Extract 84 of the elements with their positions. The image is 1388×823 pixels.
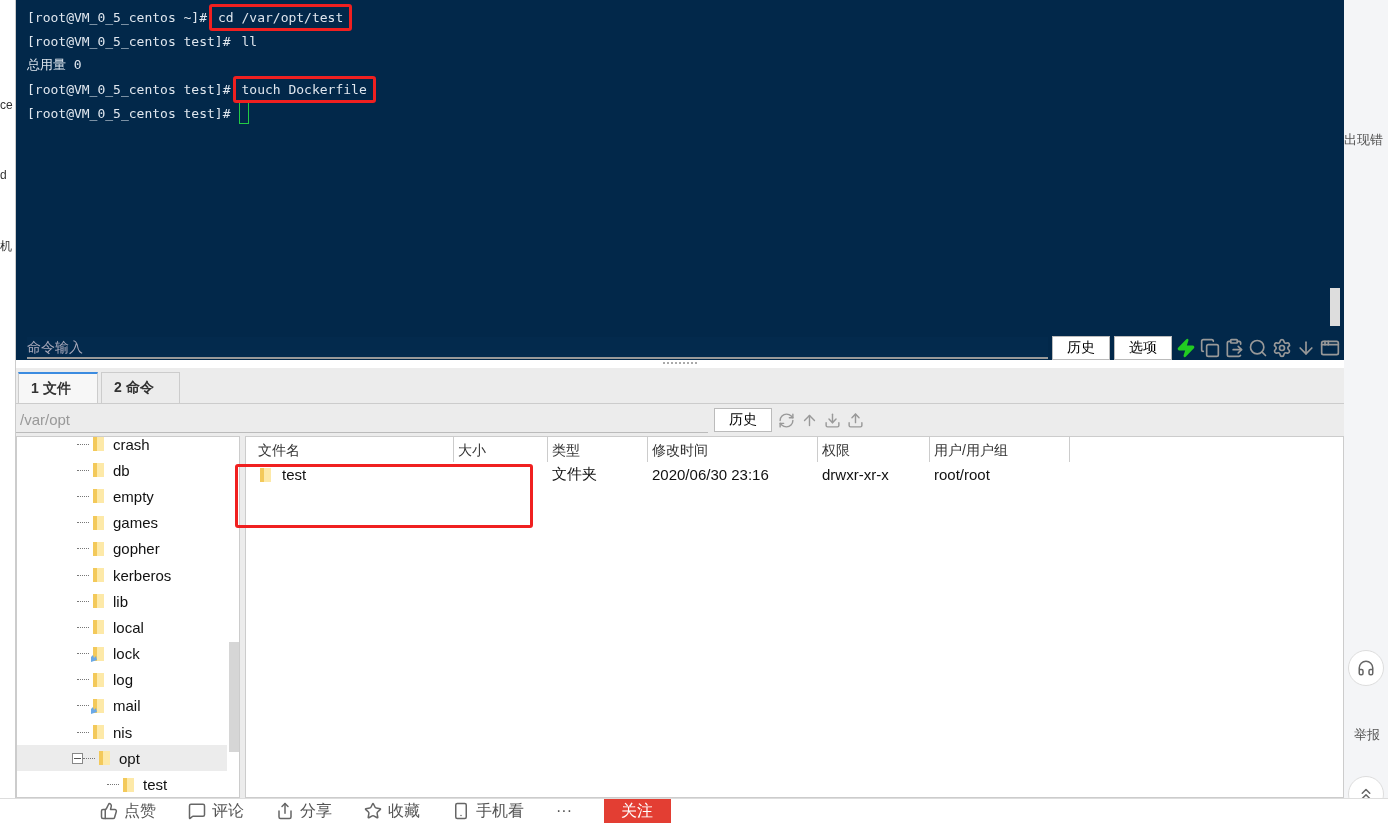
folder-icon xyxy=(121,776,135,793)
file-name: test xyxy=(282,466,307,483)
folder-icon xyxy=(91,593,105,610)
share-icon[interactable] xyxy=(276,802,294,820)
page-text: 出现错 xyxy=(1344,131,1383,149)
terminal-command: cd /var/opt/test xyxy=(209,3,353,31)
star-icon[interactable] xyxy=(364,802,382,820)
terminal-command: ll xyxy=(240,32,259,51)
folder-icon xyxy=(91,724,105,741)
terminal-output: 总用量 0 xyxy=(27,56,82,74)
column-header[interactable]: 用户/用户组 xyxy=(930,437,1070,462)
terminal-prompt: [root@VM_0_5_centos test]# xyxy=(27,81,231,97)
terminal-prompt: [root@VM_0_5_centos test]# xyxy=(27,105,231,121)
tree-item[interactable]: test xyxy=(17,771,227,797)
page-text: 机 xyxy=(0,238,13,255)
tree-item[interactable]: games xyxy=(17,509,227,536)
tree-item[interactable]: opt xyxy=(17,745,227,772)
text-cursor xyxy=(238,102,249,124)
tree-item[interactable]: lock xyxy=(17,640,227,667)
column-header[interactable]: 文件名 xyxy=(254,437,454,462)
settings-icon[interactable] xyxy=(1272,337,1292,358)
folder-icon xyxy=(91,567,105,584)
action-label[interactable]: 评论 xyxy=(212,800,244,822)
action-label[interactable]: ··· xyxy=(556,802,572,820)
folder-icon xyxy=(91,671,105,688)
tab[interactable]: 2 命令 xyxy=(101,372,180,403)
paste-icon[interactable] xyxy=(1224,337,1244,358)
tab[interactable]: 1 文件 xyxy=(18,372,98,403)
folder-icon xyxy=(91,462,105,479)
folder-icon xyxy=(91,619,105,636)
phone-icon[interactable] xyxy=(452,802,470,820)
toolbar-button[interactable]: 历史 xyxy=(1052,335,1110,360)
column-header[interactable]: 权限 xyxy=(818,437,930,462)
column-header[interactable]: 大小 xyxy=(454,437,548,462)
splitter-handle[interactable] xyxy=(663,362,697,366)
table-cell-text: 文件夹 xyxy=(551,464,598,484)
terminal[interactable]: [root@VM_0_5_centos ~]# cd /var/opt/test [root@VM_0_5_centos test]# ll 总用量 0 [root@VM_0_5_centos test]# touch Dockerfile [root@VM_0_5_centos test]# xyxy=(16,0,1344,335)
folder-icon xyxy=(91,514,105,531)
folder-shortcut-icon xyxy=(91,697,105,714)
folder-icon xyxy=(258,466,272,483)
action-label[interactable]: 手机看 xyxy=(476,800,524,822)
column-header[interactable]: 类型 xyxy=(548,437,648,462)
comment-icon[interactable] xyxy=(188,802,206,820)
action-label[interactable]: 点赞 xyxy=(124,800,156,822)
table-cell-text: 2020/06/30 23:16 xyxy=(651,465,770,485)
headset-icon[interactable] xyxy=(1348,650,1384,686)
folder-icon xyxy=(91,437,105,453)
column-header[interactable]: 修改时间 xyxy=(648,437,818,462)
terminal-prompt: [root@VM_0_5_centos test]# xyxy=(27,33,231,49)
lightning-icon[interactable] xyxy=(1176,337,1196,358)
like-icon[interactable] xyxy=(100,802,118,820)
scrollbar-thumb[interactable] xyxy=(1330,288,1340,326)
folder-icon xyxy=(97,750,111,767)
history-button[interactable]: 历史 xyxy=(714,408,772,432)
table-cell-text: drwxr-xr-x xyxy=(821,465,890,485)
folder-shortcut-icon xyxy=(91,645,105,662)
scrollbar-thumb[interactable] xyxy=(229,642,239,752)
tree-item[interactable]: crash xyxy=(17,437,227,458)
report-link[interactable]: 举报 xyxy=(1354,726,1380,744)
table-cell-text: root/root xyxy=(933,465,991,485)
folder-icon xyxy=(91,540,105,557)
search-icon[interactable] xyxy=(1248,337,1268,358)
toolbar-button[interactable]: 选项 xyxy=(1114,335,1172,360)
tree-item[interactable]: gopher xyxy=(17,535,227,562)
terminal-prompt: [root@VM_0_5_centos ~]# xyxy=(27,9,207,25)
page-text: ce xyxy=(0,98,14,112)
tree-item[interactable]: nis xyxy=(17,719,227,746)
tree-item[interactable]: log xyxy=(17,666,227,693)
collapse-icon[interactable] xyxy=(72,752,83,764)
tree-item[interactable]: empty xyxy=(17,483,227,510)
copy-icon[interactable] xyxy=(1200,337,1220,358)
tree-item[interactable]: mail xyxy=(17,692,227,720)
tree-item[interactable]: db xyxy=(17,457,227,484)
terminal-command: touch Dockerfile xyxy=(232,75,376,103)
tree-item[interactable]: local xyxy=(17,614,227,641)
follow-button[interactable]: 关注 xyxy=(604,798,671,823)
action-label[interactable]: 收藏 xyxy=(388,800,420,822)
page-text: d xyxy=(0,168,8,182)
folder-icon xyxy=(91,488,105,505)
action-label[interactable]: 分享 xyxy=(300,800,332,822)
tree-item[interactable]: lib xyxy=(17,588,227,615)
table-cell[interactable]: test xyxy=(254,462,454,487)
command-bar[interactable]: 命令输入 历史 选项 xyxy=(16,335,1344,360)
tree-item[interactable]: kerberos xyxy=(17,561,227,589)
